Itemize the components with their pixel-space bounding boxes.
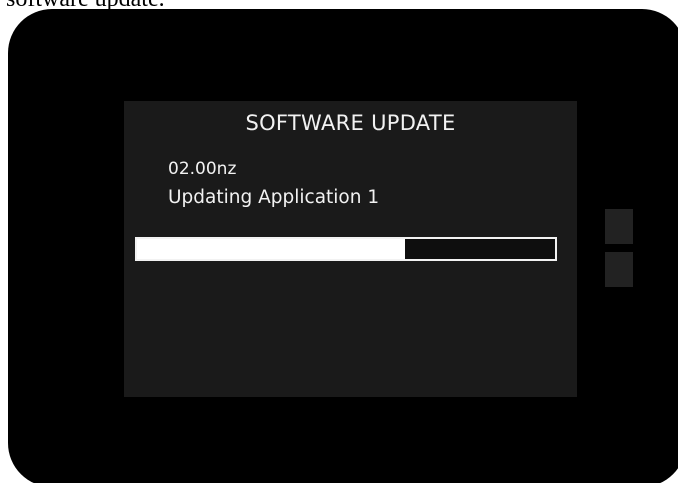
display-screen: SOFTWARE UPDATE 02.00nz Updating Applica… [124,101,577,397]
side-button-upper[interactable] [605,209,633,244]
update-status-label: Updating Application 1 [168,187,380,208]
version-label: 02.00nz [168,159,237,179]
side-button-lower[interactable] [605,252,633,287]
update-progress-bar [135,237,557,261]
progress-fill [137,239,405,259]
page: software update. SOFTWARE UPDATE 02.00nz… [0,0,678,483]
device-bezel: SOFTWARE UPDATE 02.00nz Updating Applica… [8,9,678,483]
screen-title: SOFTWARE UPDATE [245,111,456,135]
